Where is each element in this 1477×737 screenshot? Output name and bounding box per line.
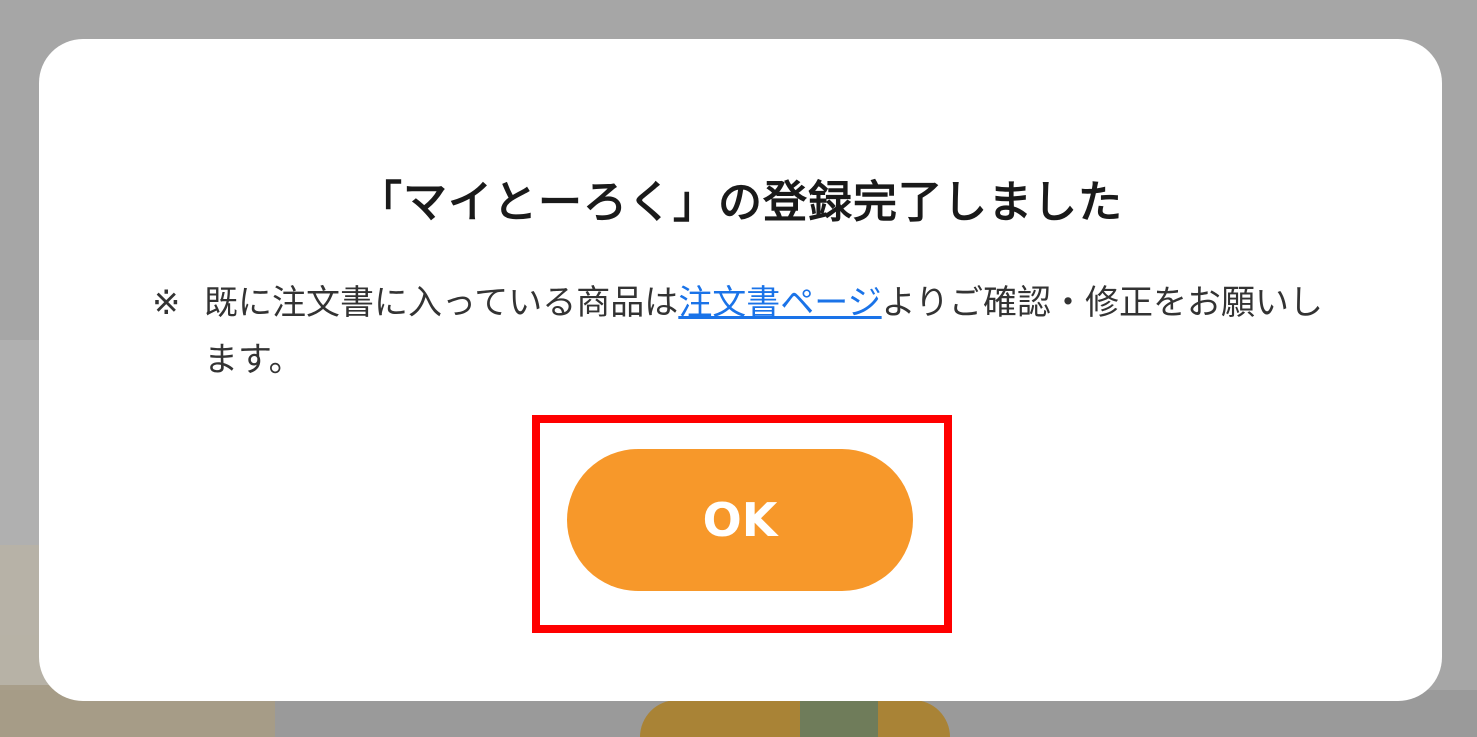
ok-button[interactable]: OK [567, 449, 913, 591]
background-product-image [640, 700, 950, 737]
registration-complete-dialog: 「マイとーろく」の登録完了しました ※ 既に注文書に入っている商品は注文書ページ… [39, 39, 1442, 701]
dialog-message-text: 既に注文書に入っている商品は注文書ページよりご確認・修正をお願いします。 [152, 275, 1332, 389]
dialog-message: ※ 既に注文書に入っている商品は注文書ページよりご確認・修正をお願いします。 [152, 275, 1332, 389]
dialog-title: 「マイとーろく」の登録完了しました [358, 177, 1123, 228]
message-text-before-link: 既に注文書に入っている商品は [204, 283, 679, 323]
order-form-page-link[interactable]: 注文書ページ [678, 283, 881, 323]
background-product-label [800, 700, 878, 737]
note-mark: ※ [152, 283, 181, 323]
